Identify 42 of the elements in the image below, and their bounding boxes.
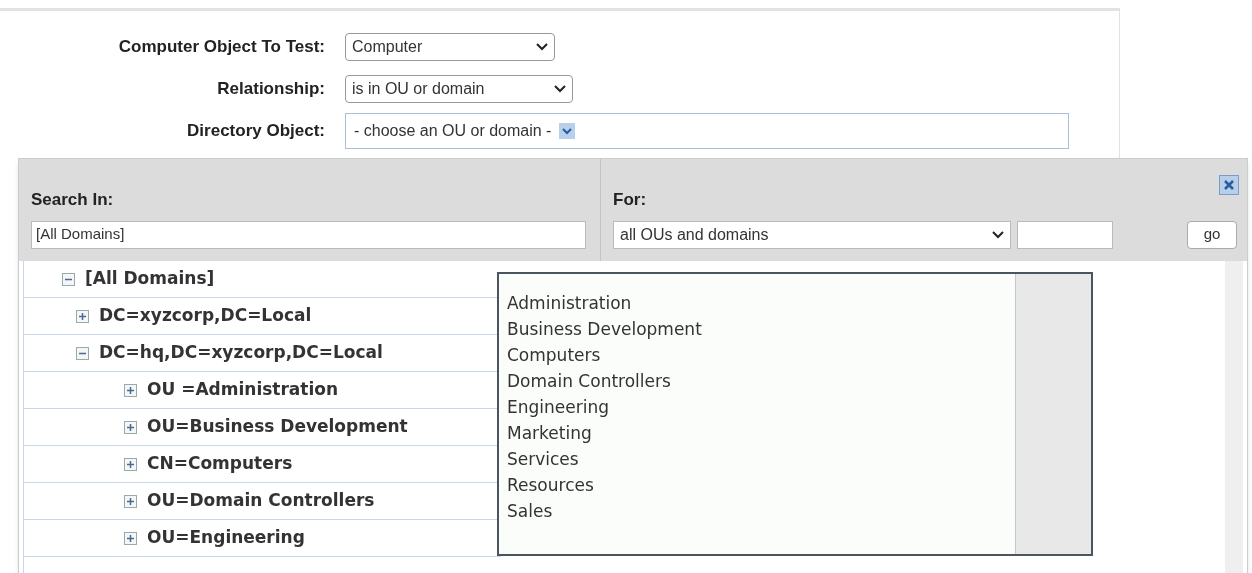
for-label: For:: [613, 189, 648, 211]
tree-item[interactable]: OU=Domain Controllers: [147, 488, 375, 514]
dropdown-icon[interactable]: [559, 123, 576, 139]
tree-item[interactable]: DC=hq,DC=xyzcorp,DC=Local: [99, 340, 383, 366]
picker-field[interactable]: - choose an OU or domain -: [345, 113, 1069, 149]
tree-item[interactable]: CN=Computers: [147, 451, 293, 477]
expand-icon[interactable]: [124, 531, 137, 545]
dropdown-option[interactable]: Computers: [507, 342, 1015, 368]
dropdown-option[interactable]: Administration: [507, 290, 1015, 316]
for-select[interactable]: all OUs and domains: [613, 220, 1011, 249]
collapse-icon[interactable]: [62, 272, 75, 286]
caret-icon: [536, 43, 548, 51]
dropdown-option[interactable]: Marketing: [507, 420, 1015, 446]
caret-icon: [554, 85, 566, 93]
dropdown-option[interactable]: Services: [507, 446, 1015, 472]
select-field[interactable]: is in OU or domain: [345, 75, 573, 103]
expand-icon[interactable]: [76, 309, 89, 323]
field-label: Computer Object To Test:: [117, 36, 326, 59]
tree-item[interactable]: DC=xyzcorp,DC=Local: [99, 303, 312, 329]
expand-icon[interactable]: [124, 383, 137, 397]
tree-item[interactable]: OU=Business Development: [147, 414, 408, 440]
tree-item[interactable]: OU=Engineering: [147, 525, 305, 551]
caret-icon: [992, 230, 1004, 239]
field-label: Relationship:: [216, 78, 326, 101]
select-field[interactable]: Computer: [345, 33, 555, 61]
expand-icon[interactable]: [124, 420, 137, 434]
tree-item[interactable]: [All Domains]: [85, 266, 215, 292]
go-button[interactable]: go: [1187, 220, 1237, 249]
search-in-field[interactable]: [All Domains]: [31, 220, 586, 249]
search-in-label: Search In:: [31, 189, 115, 211]
expand-icon[interactable]: [124, 457, 137, 471]
dropdown-option[interactable]: Engineering: [507, 394, 1015, 420]
dropdown-option[interactable]: Sales: [507, 498, 1015, 524]
field-label: Directory Object:: [186, 120, 326, 143]
dropdown-option[interactable]: Business Development: [507, 316, 1015, 342]
dropdown-option[interactable]: Resources: [507, 472, 1015, 498]
filter-field[interactable]: [1017, 220, 1113, 249]
expand-icon[interactable]: [124, 494, 137, 508]
collapse-icon[interactable]: [76, 346, 89, 360]
dropdown-option[interactable]: Domain Controllers: [507, 368, 1015, 394]
close-icon[interactable]: [1219, 175, 1239, 195]
tree-item[interactable]: OU =Administration: [147, 377, 339, 403]
